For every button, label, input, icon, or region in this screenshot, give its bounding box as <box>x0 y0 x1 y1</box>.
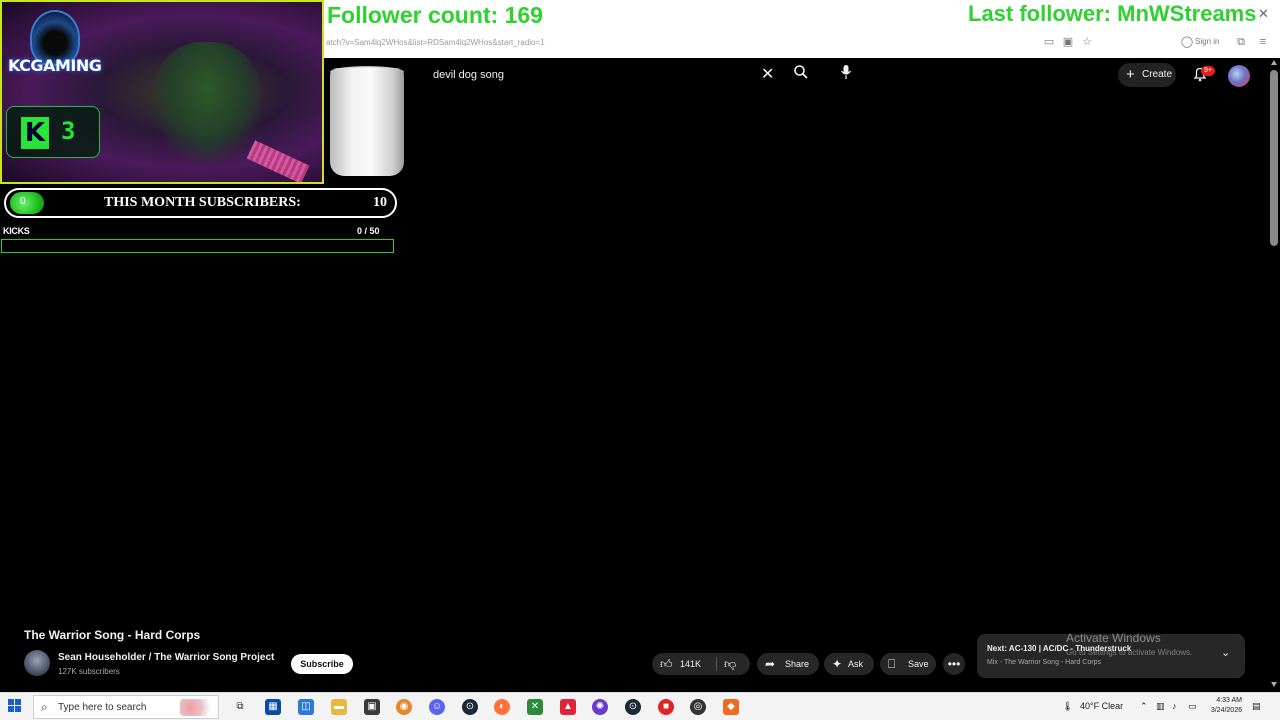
photos-icon[interactable]: ◫ <box>298 699 314 715</box>
save-label: Save <box>908 659 929 669</box>
thumbs-down-icon[interactable]: 👎︎ <box>724 653 736 675</box>
kicks-goal-value: 0 / 50 <box>357 226 380 236</box>
brave-icon[interactable]: ◆ <box>723 699 739 715</box>
search-input[interactable]: devil dog song ✕ <box>422 63 786 87</box>
firefox-icon[interactable]: ◐ <box>494 699 510 715</box>
kicks-goal-label: KICKS <box>3 226 30 236</box>
address-bar[interactable]: atch?v=Sam4lq2WHos&list=RDSam4lq2WHos&st… <box>326 38 545 47</box>
share-arrow-icon: ➦ <box>765 657 776 671</box>
store-icon[interactable]: ▦ <box>265 699 281 715</box>
weather-text[interactable]: 40°F Clear <box>1080 701 1123 711</box>
up-next-subtitle: Mix - The Warrior Song - Hard Corps <box>987 659 1101 666</box>
taskbar-clock[interactable]: 4:33 AM 3/24/2026 <box>1206 696 1242 716</box>
taskbar-search-input[interactable]: ⌕ Type here to search <box>33 695 219 719</box>
drinking-glass-image <box>330 68 404 176</box>
chrome-icon[interactable]: ◎ <box>690 699 706 715</box>
scroll-up-icon[interactable] <box>1271 60 1277 65</box>
create-button[interactable]: + Create <box>1118 63 1176 87</box>
profile-icon[interactable]: ◯ <box>1180 36 1194 48</box>
windows-start-icon[interactable] <box>8 699 22 713</box>
browser-icon[interactable]: ◉ <box>396 699 412 715</box>
clear-search-icon[interactable]: ✕ <box>761 65 774 85</box>
app-icon[interactable]: ✺ <box>592 699 608 715</box>
notifications-badge: 9+ <box>1201 66 1215 76</box>
video-title: The Warrior Song - Hard Corps <box>24 628 201 642</box>
webcam-overlay: KCGAMING K 3 <box>0 0 324 184</box>
kick-logo-icon: K <box>21 117 49 149</box>
save-button[interactable]: ⎕ Save <box>880 653 936 675</box>
webcam-streamer <box>152 42 262 162</box>
subscribers-label: THIS MONTH SUBSCRIBERS: <box>104 195 301 210</box>
favorite-star-icon[interactable]: ☆ <box>1080 36 1094 48</box>
volume-icon[interactable]: ♪ <box>1172 701 1177 711</box>
menu-icon[interactable]: ≡ <box>1256 36 1270 48</box>
extensions-icon[interactable]: ⧉ <box>1234 36 1248 48</box>
activate-windows-watermark: Activate Windows <box>1066 631 1161 645</box>
follower-count-text: Follower count: 169 <box>327 2 543 28</box>
adobe-icon[interactable]: ▲ <box>560 699 576 715</box>
steam-icon-2[interactable]: ⊙ <box>625 699 641 715</box>
xbox-icon[interactable]: ✕ <box>527 699 543 715</box>
taskbar-search-placeholder: Type here to search <box>58 702 147 713</box>
ask-button[interactable]: ✦ Ask <box>824 653 874 675</box>
more-actions-icon[interactable]: ••• <box>943 653 965 675</box>
subscribers-value: 10 <box>373 195 387 210</box>
channel-name[interactable]: Sean Householder / The Warrior Song Proj… <box>58 652 274 663</box>
create-label: Create <box>1142 69 1173 80</box>
weather-icon[interactable]: 🌡︎ <box>1062 701 1073 712</box>
notification-center-icon[interactable]: ▤ <box>1252 701 1261 712</box>
subscribe-button[interactable]: Subscribe <box>291 654 353 674</box>
clock-date: 3/24/2026 <box>1210 707 1242 714</box>
scroll-down-icon[interactable] <box>1271 682 1277 687</box>
kick-follower-badge: K 3 <box>6 106 100 158</box>
like-divider <box>716 657 717 671</box>
scroll-thumb[interactable] <box>1270 70 1278 246</box>
kcgaming-logo: KCGAMING <box>8 10 102 100</box>
search-icon: ⌕ <box>41 700 48 714</box>
windows-taskbar: ⌕ Type here to search ⧉ ▦ ◫ ▬ ▣ ◉ ☺ ⊙ ◐ … <box>0 692 1280 720</box>
sign-in-link[interactable]: Sign in <box>1195 37 1219 46</box>
close-icon[interactable]: ✕ <box>1258 6 1269 22</box>
roblox-icon[interactable]: ■ <box>658 699 674 715</box>
page-scrollbar[interactable] <box>1268 58 1280 688</box>
ask-label: Ask <box>848 659 864 669</box>
webcam-keyboard <box>246 140 310 182</box>
kick-count: 3 <box>61 117 76 145</box>
account-avatar[interactable] <box>1228 65 1250 87</box>
search-icon[interactable] <box>788 63 814 87</box>
bookmark-icon: ⎕ <box>888 657 896 671</box>
sparkle-icon: ✦ <box>832 657 843 671</box>
file-explorer-icon[interactable]: ▬ <box>331 699 347 715</box>
plus-icon: + <box>1126 66 1135 83</box>
discord-icon[interactable]: ☺ <box>429 699 445 715</box>
chevron-up-icon[interactable]: ⌃ <box>1140 701 1148 712</box>
thumbs-up-icon[interactable]: 👍︎ <box>660 653 673 675</box>
logo-text: KCGAMING <box>8 56 102 75</box>
search-query: devil dog song <box>433 69 504 81</box>
steam-icon[interactable]: ⊙ <box>462 699 478 715</box>
subscribers-goal-bar: 0 THIS MONTH SUBSCRIBERS: 10 <box>4 188 397 218</box>
screenshot-icon[interactable]: ▣ <box>1061 36 1075 48</box>
picture-in-picture-icon[interactable]: ▭ <box>1042 36 1056 48</box>
clock-time: 4:33 AM <box>1216 697 1242 704</box>
last-follower-text: Last follower: MnWStreams <box>968 1 1257 26</box>
network-icon[interactable]: ▥ <box>1156 701 1165 712</box>
subscribers-progress-dot: 0 <box>10 192 44 214</box>
task-view-icon[interactable]: ⧉ <box>232 699 248 715</box>
channel-avatar[interactable] <box>24 650 50 676</box>
battery-icon[interactable]: ▭ <box>1188 701 1197 712</box>
like-count[interactable]: 141K <box>680 653 701 675</box>
like-dislike-group: 👍︎ 141K 👎︎ <box>652 653 750 675</box>
share-button[interactable]: ➦ Share <box>757 653 819 675</box>
microphone-icon[interactable] <box>834 63 858 87</box>
channel-subscriber-count: 127K subscribers <box>58 667 120 676</box>
share-label: Share <box>785 659 810 669</box>
vpn-icon[interactable]: ▣ <box>364 699 380 715</box>
activate-windows-subtitle: Go to Settings to activate Windows. <box>1066 648 1193 657</box>
kicks-progress-bar <box>1 239 394 253</box>
chevron-down-icon[interactable]: ⌄ <box>1221 646 1230 659</box>
search-highlight-image <box>180 699 214 716</box>
